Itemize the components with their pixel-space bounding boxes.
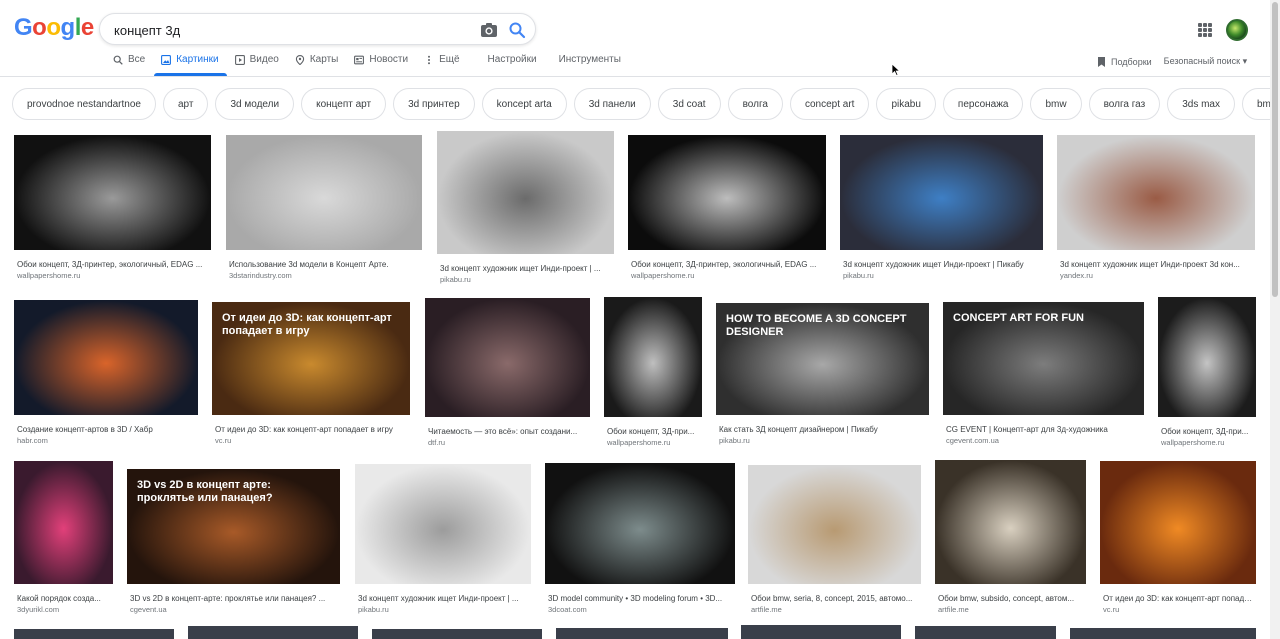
result-source: wallpapershome.ru	[17, 271, 81, 280]
image-result[interactable]: Обои концепт, 3Д-при... wallpapershome.ru	[1158, 297, 1256, 449]
result-thumbnail[interactable]	[372, 629, 542, 639]
result-source: pikabu.ru	[440, 275, 471, 284]
result-thumbnail[interactable]	[840, 135, 1043, 250]
result-source: pikabu.ru	[843, 271, 874, 280]
result-caption[interactable]: 3D model community • 3D modeling forum •…	[548, 594, 734, 603]
result-thumbnail[interactable]	[226, 135, 422, 250]
result-thumbnail[interactable]	[188, 626, 358, 639]
result-thumbnail[interactable]	[355, 464, 531, 584]
result-thumbnail[interactable]	[14, 135, 211, 250]
thumbnail-text: 3D vs 2D в концепт арте: проклятье или п…	[137, 479, 273, 505]
result-caption[interactable]: Обои bmw, seria, 8, concept, 2015, автом…	[751, 594, 920, 603]
result-thumbnail[interactable]	[748, 465, 921, 584]
result-caption[interactable]: Как стать 3Д концепт дизайнером | Пикабу	[719, 425, 928, 434]
result-thumbnail[interactable]	[915, 626, 1056, 639]
image-result[interactable]: От идеи до 3D: как концепт-арт попада...…	[1100, 461, 1256, 616]
thumbnail-text: От идеи до 3D: как концепт-арт попадает …	[222, 312, 392, 338]
result-caption[interactable]: Обои концепт, 3Д-принтер, экологичный, E…	[631, 260, 825, 269]
result-source: pikabu.ru	[358, 605, 389, 614]
thumbnail-text: CONCEPT ART FOR FUN	[953, 312, 1084, 324]
result-thumbnail[interactable]	[1057, 135, 1255, 250]
image-result[interactable]: 3d концепт художник ищет Инди-проект | .…	[355, 464, 531, 616]
result-source: vc.ru	[1103, 605, 1120, 614]
image-result[interactable]: CONCEPT ART FOR FUN CG EVENT | Концепт-ар…	[943, 302, 1144, 447]
scrollbar[interactable]	[1270, 0, 1280, 639]
result-caption[interactable]: Создание концепт-артов в 3D / Хабр	[17, 425, 197, 434]
result-thumbnail[interactable]: CONCEPT ART FOR FUN	[943, 302, 1144, 415]
scrollbar-thumb[interactable]	[1272, 2, 1278, 297]
result-thumbnail[interactable]	[14, 461, 113, 584]
result-caption[interactable]: Читаемость — это всё»: опыт создани...	[428, 427, 589, 436]
result-caption[interactable]: 3d концепт художник ищет Инди-проект | П…	[843, 260, 1042, 269]
result-thumbnail[interactable]: От идеи до 3D: как концепт-арт попадает …	[212, 302, 410, 415]
result-thumbnail[interactable]	[425, 298, 590, 417]
result-thumbnail[interactable]	[1158, 297, 1256, 417]
result-thumbnail[interactable]: 3D vs 2D в концепт арте: проклятье или п…	[127, 469, 340, 584]
result-caption[interactable]: 3d концепт художник ищет Инди-проект | .…	[358, 594, 530, 603]
result-source: pikabu.ru	[719, 436, 750, 445]
result-caption[interactable]: Обои концепт, 3Д-при...	[1161, 427, 1255, 436]
result-thumbnail[interactable]	[14, 300, 198, 415]
image-result[interactable]: От идеи до 3D: как концепт-арт попадает …	[212, 302, 410, 447]
result-source: cgevent.ua	[130, 605, 167, 614]
result-caption[interactable]: 3D vs 2D в концепт-арте: проклятье или п…	[130, 594, 339, 603]
result-thumbnail[interactable]	[14, 629, 174, 639]
result-source: habr.com	[17, 436, 48, 445]
result-caption[interactable]: 3d концепт художник ищет Инди-проект 3d …	[1060, 260, 1254, 269]
result-source: artfile.me	[938, 605, 969, 614]
result-source: 3dstarindustry.com	[229, 271, 292, 280]
image-result[interactable]: 3D vs 2D в концепт арте: проклятье или п…	[127, 469, 340, 616]
result-caption[interactable]: Обои bmw, subsido, concept, автом...	[938, 594, 1085, 603]
image-result[interactable]: Использование 3d модели в Концепт Арте. 3…	[226, 135, 422, 282]
result-caption[interactable]: Какой порядок созда...	[17, 594, 112, 603]
image-result[interactable]: Обои концепт, 3Д-принтер, экологичный, E…	[14, 135, 211, 282]
image-result[interactable]: 3d концепт художник ищет Инди-проект 3d …	[1057, 135, 1255, 282]
result-source: 3dcoat.com	[548, 605, 587, 614]
result-source: dtf.ru	[428, 438, 446, 447]
result-caption[interactable]: Обои концепт, 3Д-принтер, экологичный, E…	[17, 260, 210, 269]
image-result[interactable]: Обои bmw, seria, 8, concept, 2015, автом…	[748, 465, 921, 616]
result-thumbnail[interactable]	[628, 135, 826, 250]
result-source: wallpapershome.ru	[607, 438, 671, 447]
result-source: yandex.ru	[1060, 271, 1093, 280]
result-thumbnail[interactable]	[556, 628, 728, 639]
image-result[interactable]: Читаемость — это всё»: опыт создани... dt…	[425, 298, 590, 449]
result-source: vc.ru	[215, 436, 232, 445]
result-caption[interactable]: От идеи до 3D: как концепт-арт попада...	[1103, 594, 1255, 603]
result-caption[interactable]: CG EVENT | Концепт-арт для 3д-художника	[946, 425, 1143, 434]
result-caption[interactable]: Использование 3d модели в Концепт Арте.	[229, 260, 421, 269]
image-result[interactable]: Обои концепт, 3Д-принтер, экологичный, E…	[628, 135, 826, 282]
result-thumbnail[interactable]	[437, 131, 614, 254]
image-result[interactable]: Обои bmw, subsido, concept, автом... artf…	[935, 460, 1086, 616]
result-caption[interactable]: От идеи до 3D: как концепт-арт попадает …	[215, 425, 409, 434]
image-results-grid: Обои концепт, 3Д-принтер, экологичный, E…	[0, 0, 1270, 639]
image-result[interactable]: 3D model community • 3D modeling forum •…	[545, 463, 735, 616]
result-thumbnail[interactable]	[1070, 628, 1256, 639]
result-source: artfile.me	[751, 605, 782, 614]
result-source: wallpapershome.ru	[1161, 438, 1225, 447]
image-result[interactable]: HOW TO BECOME A 3D CONCEPT DESIGNER Как с…	[716, 303, 929, 447]
result-source: wallpapershome.ru	[631, 271, 695, 280]
image-result[interactable]: 3d концепт художник ищет Инди-проект | П…	[840, 135, 1043, 282]
result-source: cgevent.com.ua	[946, 436, 999, 445]
result-thumbnail[interactable]: HOW TO BECOME A 3D CONCEPT DESIGNER	[716, 303, 929, 415]
result-caption[interactable]: 3d концепт художник ищет Инди-проект | .…	[440, 264, 613, 273]
thumbnail-text: HOW TO BECOME A 3D CONCEPT DESIGNER	[726, 313, 907, 339]
image-result[interactable]: Обои концепт, 3Д-при... wallpapershome.ru	[604, 297, 702, 449]
result-thumbnail[interactable]	[935, 460, 1086, 584]
result-thumbnail[interactable]	[1100, 461, 1256, 584]
result-thumbnail[interactable]	[604, 297, 702, 417]
image-result[interactable]: Какой порядок созда... 3dyurikl.com	[14, 461, 113, 616]
result-caption[interactable]: Обои концепт, 3Д-при...	[607, 427, 701, 436]
image-result[interactable]: 3d концепт художник ищет Инди-проект | .…	[437, 131, 614, 286]
result-source: 3dyurikl.com	[17, 605, 60, 614]
image-result[interactable]: Создание концепт-артов в 3D / Хабр habr.c…	[14, 300, 198, 447]
result-thumbnail[interactable]	[741, 625, 901, 639]
result-thumbnail[interactable]	[545, 463, 735, 584]
